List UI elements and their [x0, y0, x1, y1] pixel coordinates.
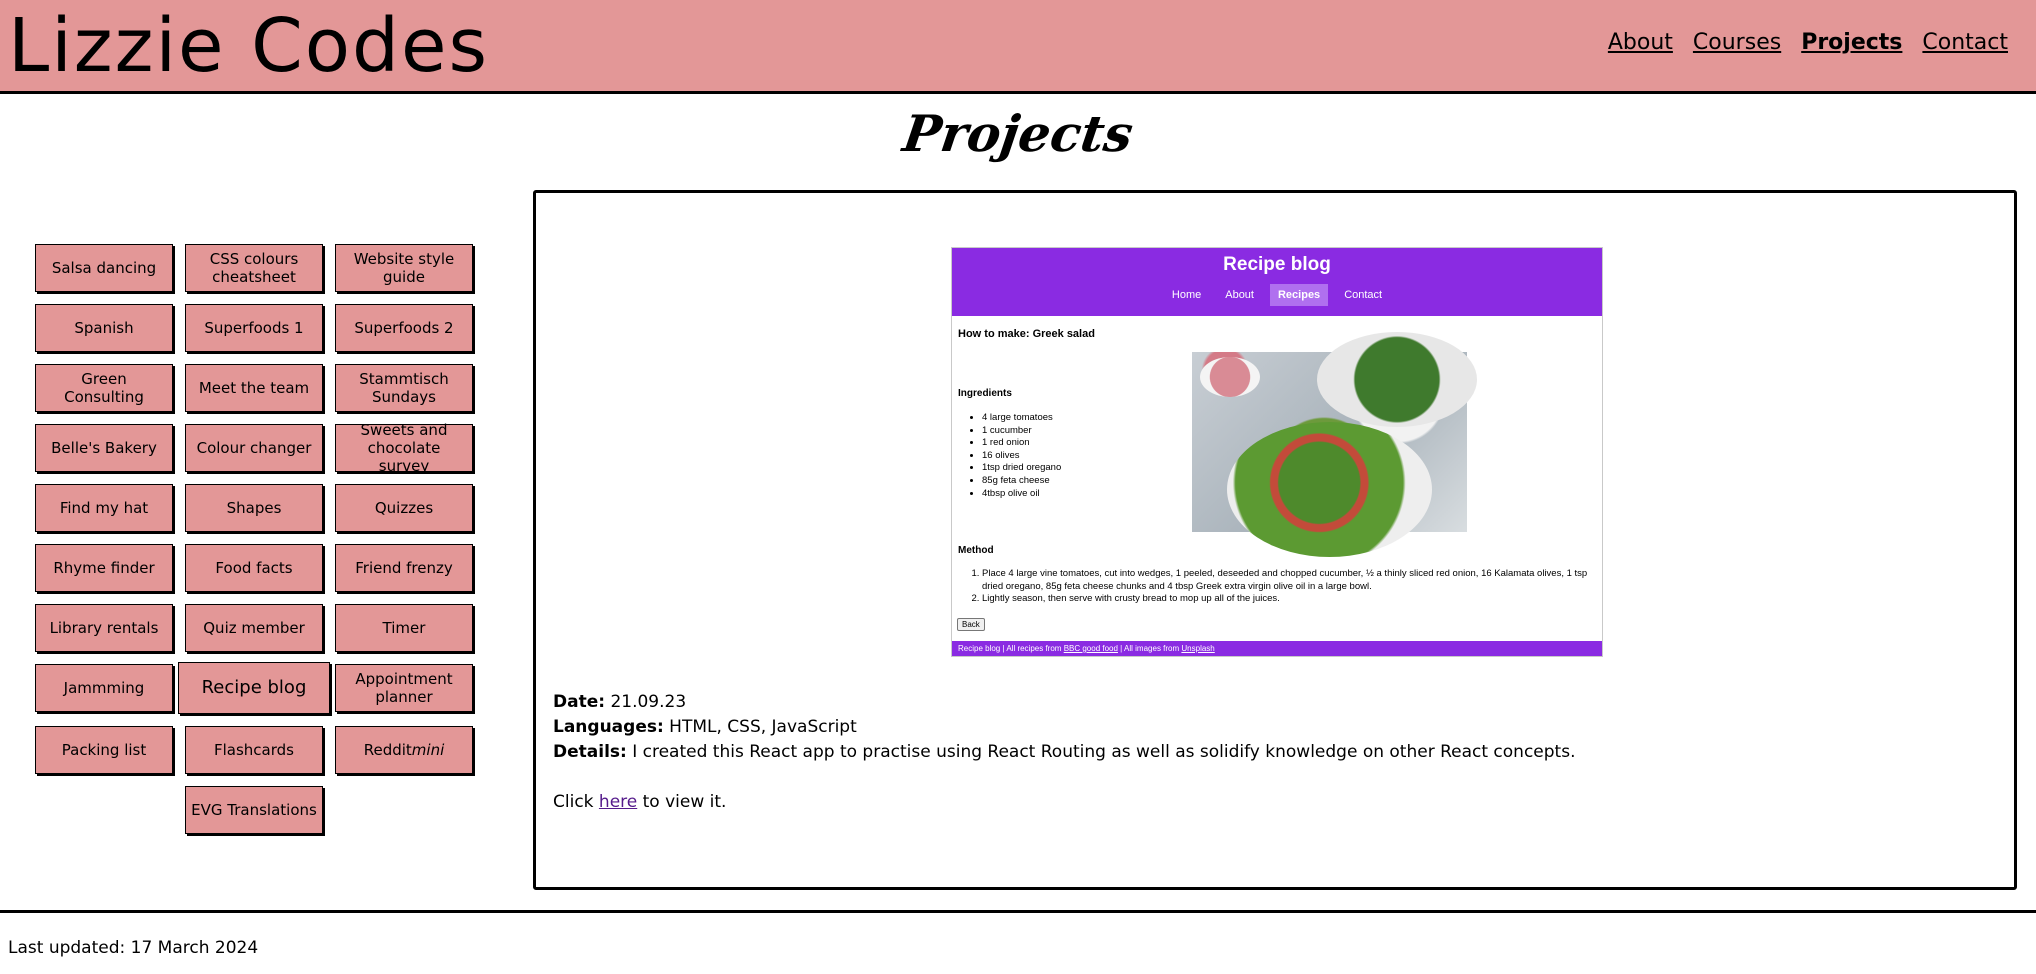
project-button-library-rentals[interactable]: Library rentals	[35, 604, 173, 652]
project-button-salsa-dancing[interactable]: Salsa dancing	[35, 244, 173, 292]
view-link-line: Click here to view it.	[553, 790, 1575, 815]
project-button-meet-the-team[interactable]: Meet the team	[185, 364, 323, 412]
project-languages: Languages: HTML, CSS, JavaScript	[553, 715, 1575, 740]
preview-footer-text: Recipe blog | All recipes from	[958, 644, 1064, 653]
preview-ingredients-heading: Ingredients	[958, 388, 1012, 399]
date-label: Date:	[553, 692, 606, 712]
project-button-belles-bakery[interactable]: Belle's Bakery	[35, 424, 173, 472]
preview-method-list: Place 4 large vine tomatoes, cut into we…	[958, 568, 1602, 606]
project-button-packing-list[interactable]: Packing list	[35, 726, 173, 774]
footer-divider	[0, 910, 2036, 913]
list-item: 85g feta cheese	[982, 475, 1061, 488]
project-button-timer[interactable]: Timer	[335, 604, 473, 652]
reddit-label: Reddit	[363, 741, 412, 759]
project-button-spanish[interactable]: Spanish	[35, 304, 173, 352]
list-item: Lightly season, then serve with crusty b…	[982, 593, 1602, 606]
preview-nav-recipes: Recipes	[1269, 284, 1329, 306]
project-button-css-colours-cheatsheet[interactable]: CSS colours cheatsheet	[185, 244, 323, 292]
project-details: Details: I created this React app to pra…	[553, 740, 1575, 765]
nav-courses[interactable]: Courses	[1693, 30, 1781, 55]
preview-title: Recipe blog	[1223, 254, 1331, 275]
preview-method-heading: Method	[958, 545, 994, 556]
click-suffix: to view it.	[637, 792, 727, 812]
greek-salad-photo	[1192, 332, 1477, 557]
project-button-quiz-member[interactable]: Quiz member	[185, 604, 323, 652]
list-item: 1 cucumber	[982, 425, 1061, 438]
project-button-superfoods-1[interactable]: Superfoods 1	[185, 304, 323, 352]
project-button-stammtisch-sundays[interactable]: Stammtisch Sundays	[335, 364, 473, 412]
preview-back-button: Back	[957, 618, 985, 631]
site-title: Lizzie Codes	[8, 3, 490, 89]
list-item: 1 red onion	[982, 437, 1061, 450]
preview-ingredients-list: 4 large tomatoes 1 cucumber 1 red onion …	[958, 412, 1061, 500]
project-button-flashcards[interactable]: Flashcards	[185, 726, 323, 774]
preview-footer: Recipe blog | All recipes from BBC good …	[952, 641, 1602, 656]
project-button-appointment-planner[interactable]: Appointment planner	[335, 664, 473, 712]
project-button-colour-changer[interactable]: Colour changer	[185, 424, 323, 472]
project-button-shapes[interactable]: Shapes	[185, 484, 323, 532]
project-preview-screenshot: Recipe blog Home About Recipes Contact H…	[951, 247, 1603, 657]
preview-nav-home: Home	[1171, 289, 1202, 301]
list-item: 4 large tomatoes	[982, 412, 1061, 425]
view-project-link[interactable]: here	[599, 792, 637, 812]
project-button-grid: Salsa dancing CSS colours cheatsheet Web…	[35, 244, 475, 834]
list-item: Place 4 large vine tomatoes, cut into we…	[982, 568, 1602, 593]
project-button-friend-frenzy[interactable]: Friend frenzy	[335, 544, 473, 592]
project-button-website-style-guide[interactable]: Website style guide	[335, 244, 473, 292]
project-button-jammming[interactable]: Jammming	[35, 664, 173, 712]
project-detail-panel: Recipe blog Home About Recipes Contact H…	[533, 190, 2017, 890]
nav-contact[interactable]: Contact	[1922, 30, 2008, 55]
preview-footer-link-unsplash: Unsplash	[1181, 644, 1215, 653]
preview-footer-link-bbc: BBC good food	[1063, 644, 1118, 653]
preview-nav: Home About Recipes Contact	[952, 284, 1602, 306]
preview-nav-contact: Contact	[1344, 289, 1383, 301]
project-button-quizzes[interactable]: Quizzes	[335, 484, 473, 532]
preview-footer-text-2: | All images from	[1117, 644, 1182, 653]
date-value: 21.09.23	[610, 692, 687, 712]
project-info: Date: 21.09.23 Languages: HTML, CSS, Jav…	[553, 690, 1575, 815]
nav-projects[interactable]: Projects	[1801, 30, 1902, 55]
preview-header: Recipe blog Home About Recipes Contact	[952, 248, 1602, 316]
list-item: 4tbsp olive oil	[982, 488, 1061, 501]
details-value: I created this React app to practise usi…	[632, 742, 1576, 762]
list-item: 1tsp dried oregano	[982, 462, 1061, 475]
page-title: Projects	[899, 104, 1137, 163]
languages-value: HTML, CSS, JavaScript	[669, 717, 857, 737]
reddit-label-mini: mini	[411, 741, 445, 759]
list-item: 16 olives	[982, 450, 1061, 463]
project-button-food-facts[interactable]: Food facts	[185, 544, 323, 592]
project-button-superfoods-2[interactable]: Superfoods 2	[335, 304, 473, 352]
last-updated: Last updated: 17 March 2024	[8, 938, 259, 958]
project-button-sweets-and-chocolate-survey[interactable]: Sweets and chocolate survey	[335, 421, 473, 475]
preview-recipe-heading: How to make: Greek salad	[958, 328, 1095, 340]
project-date: Date: 21.09.23	[553, 690, 1575, 715]
details-label: Details:	[553, 742, 627, 762]
languages-label: Languages:	[553, 717, 664, 737]
project-button-evg-translations[interactable]: EVG Translations	[185, 786, 323, 834]
project-button-redditmini[interactable]: Reddit mini	[335, 726, 473, 774]
click-prefix: Click	[553, 792, 599, 812]
project-button-rhyme-finder[interactable]: Rhyme finder	[35, 544, 173, 592]
main-nav: About Courses Projects Contact	[1608, 30, 2008, 55]
project-button-green-consulting[interactable]: Green Consulting	[35, 364, 173, 412]
preview-nav-about: About	[1225, 289, 1254, 301]
project-button-recipe-blog[interactable]: Recipe blog	[178, 662, 330, 714]
project-button-find-my-hat[interactable]: Find my hat	[35, 484, 173, 532]
site-header: Lizzie Codes About Courses Projects Cont…	[0, 0, 2036, 94]
nav-about[interactable]: About	[1608, 30, 1673, 55]
